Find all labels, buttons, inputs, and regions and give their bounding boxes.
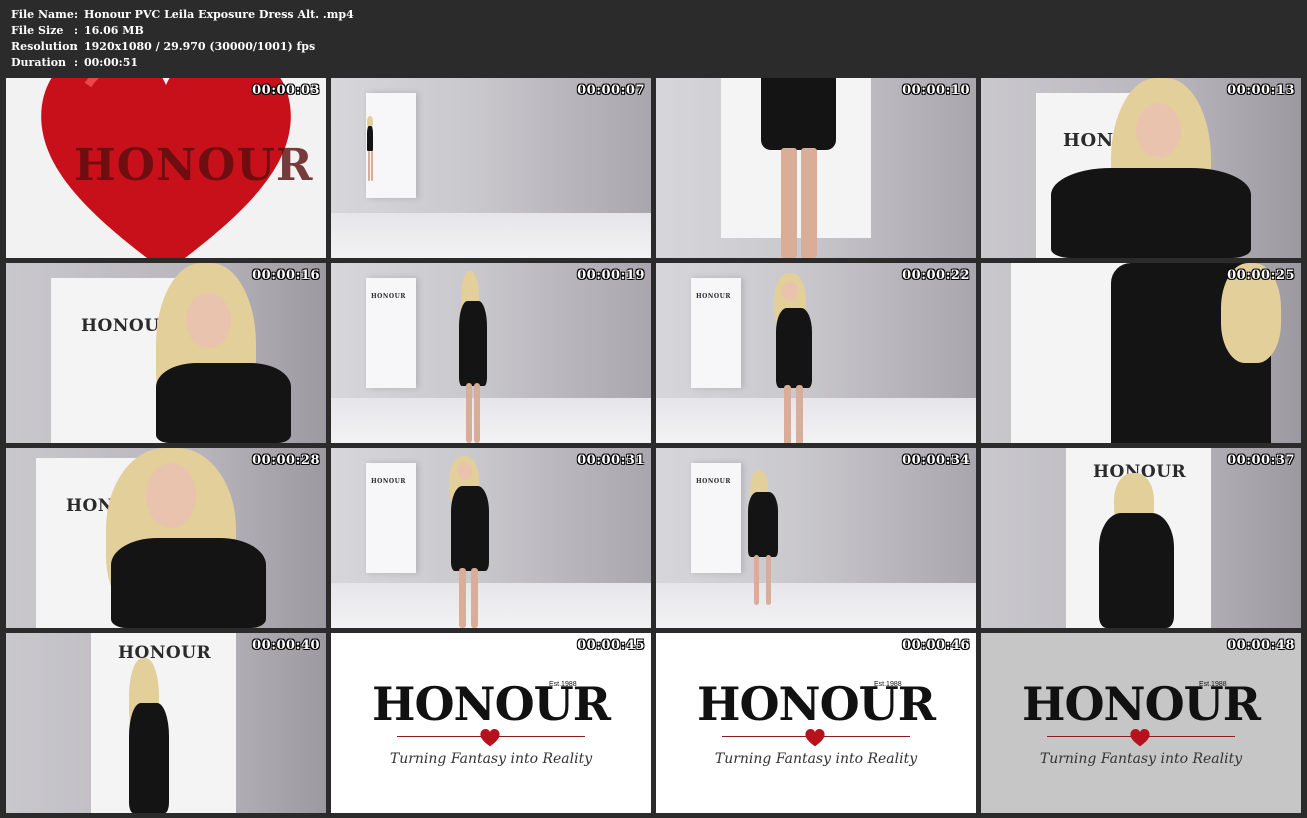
- timestamp: 00:00:46: [902, 638, 970, 653]
- brand-logo-text: HONOUR: [1022, 677, 1261, 731]
- timestamp: 00:00:25: [1227, 268, 1295, 283]
- door-logo-text: HONOUR: [696, 478, 731, 485]
- timestamp: 00:00:40: [252, 638, 320, 653]
- info-row-file-size: File Size : 16.06 MB: [11, 23, 354, 39]
- info-value: 00:00:51: [84, 56, 139, 69]
- brand-logo-text: HONOUR: [372, 677, 611, 731]
- timestamp: 00:00:07: [577, 83, 645, 98]
- thumbnail-frame[interactable]: HONOUR 00:00:31: [331, 448, 651, 628]
- heart-icon: [1130, 729, 1150, 747]
- room-floor: [656, 583, 976, 628]
- thumbnail-frame[interactable]: HONOUR 00:00:34: [656, 448, 976, 628]
- timestamp: 00:00:28: [252, 453, 320, 468]
- thumbnail-frame[interactable]: HONOUR 00:00:28: [6, 448, 326, 628]
- room-floor: [656, 398, 976, 443]
- heart-brand-text: HONOUR: [74, 140, 314, 191]
- timestamp: 00:00:03: [252, 83, 320, 98]
- thumbnail-frame[interactable]: 00:00:25: [981, 263, 1301, 443]
- brand-tagline: Turning Fantasy into Reality: [389, 751, 593, 767]
- timestamp: 00:00:10: [902, 83, 970, 98]
- timestamp: 00:00:31: [577, 453, 645, 468]
- info-separator: :: [74, 24, 79, 37]
- info-row-resolution: Resolution : 1920x1080 / 29.970 (30000/1…: [11, 39, 354, 55]
- heart-icon: [480, 729, 500, 747]
- info-label: File Name: [11, 8, 74, 21]
- room-floor: [331, 583, 651, 628]
- thumbnail-frame[interactable]: HONOUR 00:00:19: [331, 263, 651, 443]
- info-separator: :: [74, 40, 79, 53]
- thumbnail-frame[interactable]: HONOUR 00:00:22: [656, 263, 976, 443]
- info-value: Honour PVC Leila Exposure Dress Alt. .mp…: [84, 8, 354, 21]
- info-separator: :: [74, 56, 79, 69]
- file-info-panel: File Name : Honour PVC Leila Exposure Dr…: [11, 7, 354, 71]
- thumbnail-frame[interactable]: HONOUR 00:00:40: [6, 633, 326, 813]
- timestamp: 00:00:19: [577, 268, 645, 283]
- thumbnail-frame[interactable]: HONOUR Est.1988 Turning Fantasy into Rea…: [656, 633, 976, 813]
- brand-logo-text: HONOUR: [697, 677, 936, 731]
- door-logo-text: HONOUR: [371, 478, 406, 485]
- info-value: 1920x1080 / 29.970 (30000/1001) fps: [84, 40, 316, 53]
- thumbnail-frame[interactable]: 00:00:10: [656, 78, 976, 258]
- brand-est-text: Est.1988: [874, 681, 902, 688]
- room-floor: [331, 398, 651, 443]
- timestamp: 00:00:22: [902, 268, 970, 283]
- timestamp: 00:00:48: [1227, 638, 1295, 653]
- thumbnail-frame[interactable]: HONOUR Est.1988 Turning Fantasy into Rea…: [981, 633, 1301, 813]
- timestamp: 00:00:16: [252, 268, 320, 283]
- info-label: Resolution: [11, 40, 78, 53]
- timestamp: 00:00:34: [902, 453, 970, 468]
- info-separator: :: [74, 8, 79, 21]
- room-floor: [331, 213, 651, 258]
- thumbnail-frame[interactable]: HONOUR 00:00:37: [981, 448, 1301, 628]
- thumbnail-grid: HONOUR 00:00:03 00:00:07 00:00:10 HONOUR: [6, 78, 1301, 813]
- thumbnail-frame[interactable]: HONOUR 00:00:03: [6, 78, 326, 258]
- brand-est-text: Est.1988: [549, 681, 577, 688]
- info-row-duration: Duration : 00:00:51: [11, 55, 354, 71]
- thumbnail-frame[interactable]: 00:00:07: [331, 78, 651, 258]
- door-logo-text: HONOUR: [371, 293, 406, 300]
- thumbnail-frame[interactable]: HONOUR 00:00:16: [6, 263, 326, 443]
- timestamp: 00:00:37: [1227, 453, 1295, 468]
- info-value: 16.06 MB: [84, 24, 144, 37]
- brand-tagline: Turning Fantasy into Reality: [1039, 751, 1243, 767]
- thumbnail-frame[interactable]: HONOUR 00:00:13: [981, 78, 1301, 258]
- door-panel: [366, 93, 416, 198]
- info-label: File Size: [11, 24, 64, 37]
- timestamp: 00:00:45: [577, 638, 645, 653]
- info-label: Duration: [11, 56, 67, 69]
- door-logo-text: HONOUR: [118, 643, 212, 663]
- brand-tagline: Turning Fantasy into Reality: [714, 751, 918, 767]
- timestamp: 00:00:13: [1227, 83, 1295, 98]
- thumbnail-frame[interactable]: HONOUR Est.1988 Turning Fantasy into Rea…: [331, 633, 651, 813]
- brand-est-text: Est.1988: [1199, 681, 1227, 688]
- info-row-file-name: File Name : Honour PVC Leila Exposure Dr…: [11, 7, 354, 23]
- door-logo-text: HONOUR: [696, 293, 731, 300]
- heart-icon: [805, 729, 825, 747]
